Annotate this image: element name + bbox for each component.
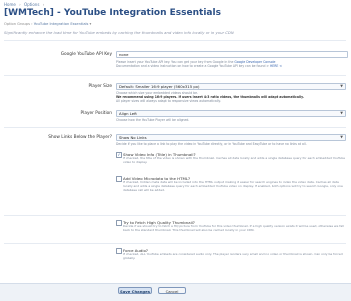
api-key-help: Please insert your YouTube API key. You … <box>116 60 346 68</box>
show-links-value: Show No Links <box>119 135 147 140</box>
api-key-help-text-2: Documentation and a video instruction on… <box>116 64 269 68</box>
breadcrumb-separator: › <box>19 2 21 7</box>
player-size-help: Choose which size your embedded videos s… <box>116 91 346 103</box>
option-description: If checked, ALL YouTube embeds are consi… <box>123 252 343 260</box>
checkbox-icon[interactable] <box>116 220 122 226</box>
save-changes-button[interactable]: Save Changes <box>118 287 152 294</box>
show-links-help: Decide if you like to place a link to pl… <box>116 142 307 146</box>
player-position-value: Align Left <box>119 111 137 116</box>
checkbox-icon[interactable] <box>116 176 122 182</box>
cancel-button[interactable]: Cancel <box>158 287 186 294</box>
player-position-help: Choose how the YouTube Player will be al… <box>116 118 190 122</box>
option-description: If checked, hidden meta data will be inc… <box>123 180 343 192</box>
checkbox-checked-icon[interactable]: ✓ <box>116 152 122 158</box>
option-groups-label: Option Groups <box>4 22 30 26</box>
chevron-down-icon: ▼ <box>340 135 343 139</box>
divider <box>4 75 346 76</box>
page-title: [WMTech] - YouTube Integration Essential… <box>4 8 221 18</box>
api-key-label: Google YouTube API Key <box>60 52 112 57</box>
chevron-down-icon: ▼ <box>340 84 343 88</box>
checkbox-icon[interactable] <box>116 248 122 254</box>
chevron-down-icon: ▼ <box>340 111 343 115</box>
player-size-select[interactable]: Default: Smaller 16:9 player (560x315 px… <box>116 83 346 90</box>
breadcrumb: Home › Options › <box>4 2 46 7</box>
player-position-select[interactable]: Align Left ▼ <box>116 110 346 117</box>
chevron-down-icon[interactable]: ▾ <box>90 22 92 26</box>
option-description: Decide if we should try to fetch a HQ pi… <box>123 224 344 232</box>
player-size-label: Player Size <box>88 84 112 89</box>
option-group-path: Option Groups › YouTube Integration Esse… <box>4 22 91 26</box>
divider <box>4 127 346 128</box>
show-links-select[interactable]: Show No Links ▼ <box>116 134 346 141</box>
breadcrumb-options[interactable]: Options <box>24 2 39 7</box>
player-size-value: Default: Smaller 16:9 player (560x315 px… <box>119 84 200 89</box>
divider <box>4 40 346 41</box>
player-position-label: Player Position <box>80 111 112 116</box>
divider <box>4 215 346 216</box>
page-description: Significantly enhance the load time for … <box>4 30 234 35</box>
option-description: If checked, the title of the video is sh… <box>123 156 345 164</box>
divider <box>4 243 346 244</box>
breadcrumb-home[interactable]: Home <box>4 2 16 7</box>
player-size-help-3: All player sizes will always adapt to re… <box>116 99 221 103</box>
breadcrumb-separator: › <box>42 2 45 7</box>
option-group-link[interactable]: YouTube Integration Essentials <box>34 22 89 26</box>
api-key-instructions-link[interactable]: HERE < <box>270 64 282 68</box>
show-links-label: Show Links Below the Player? <box>48 135 112 140</box>
api-key-input[interactable]: none <box>116 51 348 58</box>
